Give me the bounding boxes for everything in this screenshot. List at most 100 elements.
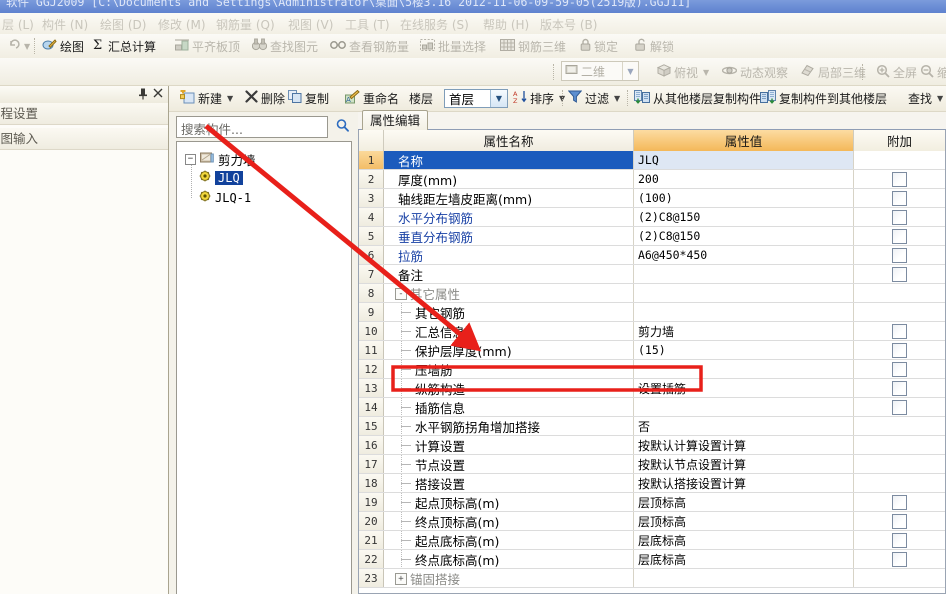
property-row[interactable]: 9 其它钢筋: [359, 303, 945, 322]
menu-bar[interactable]: 层 (L) 构件 (N) 绘图 (D) 修改 (M) 钢筋量 (Q) 视图 (V) 工具 (…: [0, 13, 946, 35]
property-row[interactable]: 5 垂直分布钢筋 (2)C8@150: [359, 227, 945, 246]
property-attach-cell[interactable]: [854, 151, 945, 169]
property-value-cell[interactable]: [634, 303, 854, 321]
property-name-cell[interactable]: 汇总信息: [384, 322, 634, 340]
row-number[interactable]: 4: [359, 208, 384, 226]
left-panel-section-draw-input[interactable]: 绘图输入: [0, 128, 168, 150]
property-row[interactable]: 13 纵筋构造 设置插筋: [359, 379, 945, 398]
property-value-cell[interactable]: 按默认搭接设置计算: [634, 474, 854, 492]
toolbar-button-9[interactable]: 解锁: [635, 37, 674, 55]
dropdown-arrow-icon[interactable]: ▼: [703, 68, 709, 77]
property-attach-cell[interactable]: [854, 322, 945, 340]
property-attach-cell[interactable]: [854, 493, 945, 511]
attach-checkbox[interactable]: [892, 209, 907, 225]
property-row[interactable]: 12 压墙筋: [359, 360, 945, 379]
menu-item-10[interactable]: 版本号 (B): [540, 16, 597, 33]
property-row[interactable]: 23 + 锚固搭接: [359, 569, 945, 588]
row-number[interactable]: 10: [359, 322, 384, 340]
property-value-cell[interactable]: 层底标高: [634, 531, 854, 549]
menu-item-7[interactable]: 工具 (T): [345, 16, 390, 33]
property-name-cell[interactable]: 纵筋构造: [384, 379, 634, 397]
attach-checkbox[interactable]: [892, 247, 907, 263]
property-attach-cell[interactable]: [854, 531, 945, 549]
property-name-cell[interactable]: 计算设置: [384, 436, 634, 454]
row-number[interactable]: 18: [359, 474, 384, 492]
view-mode-combo[interactable]: 二维 ▼: [561, 61, 639, 81]
attach-checkbox[interactable]: [892, 266, 907, 282]
property-row[interactable]: 4 水平分布钢筋 (2)C8@150: [359, 208, 945, 227]
property-attach-cell[interactable]: [854, 379, 945, 397]
view-mode-dropdown-arrow[interactable]: ▼: [622, 62, 638, 80]
property-row[interactable]: 15 水平钢筋拐角增加搭接否: [359, 417, 945, 436]
property-row[interactable]: 1 名称 JLQ: [359, 151, 945, 170]
property-attach-cell[interactable]: [854, 208, 945, 226]
property-attach-cell[interactable]: [854, 550, 945, 568]
property-attach-cell[interactable]: [854, 474, 945, 492]
property-name-cell[interactable]: 节点设置: [384, 455, 634, 473]
row-number[interactable]: 3: [359, 189, 384, 207]
property-row[interactable]: 16 计算设置 按默认计算设置计算: [359, 436, 945, 455]
row-number[interactable]: 5: [359, 227, 384, 245]
property-value-cell[interactable]: 设置插筋: [634, 379, 854, 397]
dropdown-arrow-icon[interactable]: ▼: [937, 94, 943, 103]
attach-checkbox[interactable]: [892, 361, 907, 377]
property-name-cell[interactable]: - 其它属性: [384, 284, 634, 302]
left-panel-section-project-settings[interactable]: 工程设置: [0, 103, 168, 125]
row-number[interactable]: 13: [359, 379, 384, 397]
property-row[interactable]: 20 终点顶标高(m) 层顶标高: [359, 512, 945, 531]
property-value-cell[interactable]: 层顶标高: [634, 512, 854, 530]
copy-to-other-floor-button[interactable]: 复制构件到其他楼层: [760, 89, 887, 107]
property-attach-cell[interactable]: [854, 341, 945, 359]
attach-checkbox[interactable]: [892, 190, 907, 206]
property-row[interactable]: 2 厚度(mm) 200: [359, 170, 945, 189]
toolbar-button-5[interactable]: 查看钢筋量: [330, 37, 409, 55]
attach-checkbox[interactable]: [892, 323, 907, 339]
menu-item-6[interactable]: 视图 (V): [288, 16, 333, 33]
group-expander-icon[interactable]: -: [395, 288, 407, 300]
row-number[interactable]: 7: [359, 265, 384, 283]
property-name-cell[interactable]: 终点顶标高(m): [384, 512, 634, 530]
tree-node-root[interactable]: − 剪力墙: [185, 150, 256, 169]
property-attach-cell[interactable]: [854, 436, 945, 454]
property-value-cell[interactable]: [634, 360, 854, 378]
row-number[interactable]: 6: [359, 246, 384, 264]
property-attach-cell[interactable]: [854, 455, 945, 473]
property-value-cell[interactable]: 否: [634, 417, 854, 435]
floor-select[interactable]: 首层 ▼: [444, 89, 508, 108]
attach-checkbox[interactable]: [892, 228, 907, 244]
dropdown-arrow-icon[interactable]: ▼: [614, 94, 620, 103]
row-number[interactable]: 9: [359, 303, 384, 321]
undo-button[interactable]: ▼: [8, 37, 30, 55]
property-value-cell[interactable]: A6@450*450: [634, 246, 854, 264]
property-name-cell[interactable]: 水平钢筋拐角增加搭接: [384, 417, 634, 435]
property-attach-cell[interactable]: [854, 303, 945, 321]
property-attach-cell[interactable]: [854, 512, 945, 530]
property-row[interactable]: 14 插筋信息: [359, 398, 945, 417]
grid-header-value[interactable]: 属性值: [634, 130, 854, 151]
attach-checkbox[interactable]: [892, 380, 907, 396]
dropdown-arrow-icon[interactable]: ▼: [227, 94, 233, 103]
property-attach-cell[interactable]: [854, 398, 945, 416]
property-name-cell[interactable]: 拉筋: [384, 246, 634, 264]
view-toolbar-button-1[interactable]: 俯视 ▼: [656, 63, 709, 81]
property-value-cell[interactable]: [634, 265, 854, 283]
property-value-cell[interactable]: [634, 398, 854, 416]
property-value-cell[interactable]: 200: [634, 170, 854, 188]
attach-checkbox[interactable]: [892, 171, 907, 187]
property-attach-cell[interactable]: [854, 170, 945, 188]
component-toolbar-button-3[interactable]: 复制: [288, 89, 329, 107]
grid-header-attach[interactable]: 附加: [854, 130, 945, 151]
toolbar-button-7[interactable]: 钢筋三维: [500, 37, 566, 55]
toolbar-button-3[interactable]: 平齐板顶: [175, 37, 240, 55]
property-value-cell[interactable]: 层顶标高: [634, 493, 854, 511]
undo-dropdown-arrow[interactable]: ▼: [24, 42, 30, 51]
filter-button[interactable]: 过滤 ▼: [567, 89, 620, 107]
find-button[interactable]: 查找 ▼: [908, 89, 943, 107]
row-number[interactable]: 23: [359, 569, 384, 587]
menu-item-4[interactable]: 修改 (M): [158, 16, 206, 33]
row-number[interactable]: 14: [359, 398, 384, 416]
property-row[interactable]: 11 保护层厚度(mm) (15): [359, 341, 945, 360]
property-name-cell[interactable]: 厚度(mm): [384, 170, 634, 188]
property-attach-cell[interactable]: [854, 265, 945, 283]
row-number[interactable]: 2: [359, 170, 384, 188]
